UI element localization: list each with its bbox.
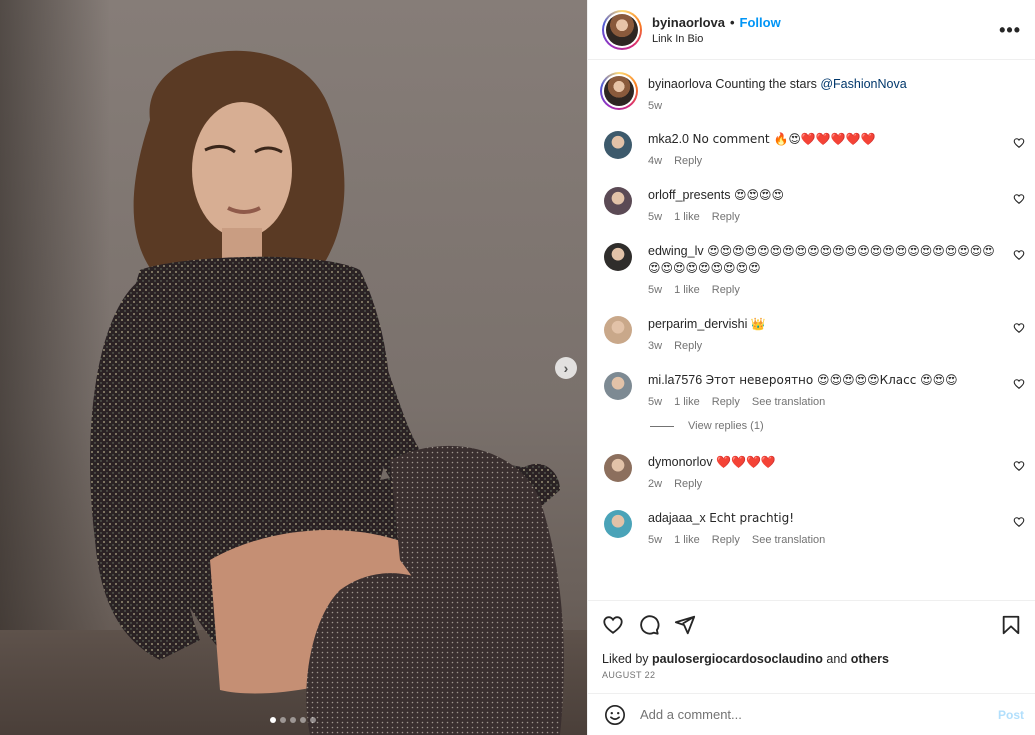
post-side-panel: byinaorlova • Follow Link In Bio ••• byi… — [587, 0, 1035, 735]
commenter-avatar[interactable] — [604, 454, 632, 482]
caption-avatar[interactable] — [600, 72, 638, 110]
carousel-dot — [310, 717, 316, 723]
add-comment-bar: Post — [588, 693, 1035, 735]
reply-button[interactable]: Reply — [712, 534, 740, 546]
reply-button[interactable]: Reply — [712, 284, 740, 296]
comment-age[interactable]: 5w — [648, 534, 662, 546]
comment-like-heart-icon[interactable] — [1013, 460, 1025, 472]
comment-bubble-icon[interactable] — [638, 614, 660, 636]
author-avatar[interactable] — [602, 9, 642, 50]
commenter-username[interactable]: orloff_presents — [648, 188, 730, 202]
carousel-dot — [290, 717, 296, 723]
commenter-username[interactable]: perparim_dervishi — [648, 317, 747, 331]
comment-text: 👑 — [750, 317, 766, 331]
comment-text: Echt prachtig! — [709, 511, 795, 525]
post-header: byinaorlova • Follow Link In Bio ••• — [588, 0, 1035, 60]
comment-age[interactable]: 2w — [648, 478, 662, 490]
reply-button[interactable]: Reply — [712, 396, 740, 408]
comment-likes[interactable]: 1 like — [674, 211, 700, 223]
next-slide-button[interactable]: › — [555, 357, 577, 379]
comment-text: No comment 🔥😍❤️❤️❤️❤️❤️ — [692, 132, 876, 146]
caption-text: Counting the stars — [715, 77, 821, 91]
likes-prefix: Liked by — [602, 652, 653, 666]
liked-by-user[interactable]: paulosergiocardosoclaudino — [652, 652, 823, 666]
reply-button[interactable]: Reply — [674, 340, 702, 352]
carousel-dot — [280, 717, 286, 723]
comment-row: edwing_lv 😍😍😍😍😍😍😍😍😍😍😍😍😍😍😍😍😍😍😍😍😍😍😍😍😍😍😍😍😍😍… — [588, 243, 1035, 296]
like-heart-icon[interactable] — [602, 614, 624, 636]
caption-mention[interactable]: @FashionNova — [820, 77, 906, 91]
comment-like-heart-icon[interactable] — [1013, 249, 1025, 261]
bookmark-save-icon[interactable] — [1000, 614, 1022, 636]
comments-list[interactable]: byinaorlova Counting the stars @FashionN… — [588, 60, 1035, 600]
comment-like-heart-icon[interactable] — [1013, 322, 1025, 334]
reply-button[interactable]: Reply — [712, 211, 740, 223]
more-options-icon[interactable]: ••• — [999, 21, 1021, 39]
commenter-avatar[interactable] — [604, 243, 632, 271]
comment-age[interactable]: 3w — [648, 340, 662, 352]
comment-likes[interactable]: 1 like — [674, 396, 700, 408]
see-translation-button[interactable]: See translation — [752, 534, 825, 546]
commenter-avatar[interactable] — [604, 372, 632, 400]
comment-row: adajaaa_x Echt prachtig! 5w 1 like Reply See… — [588, 510, 1035, 546]
likes-summary: Liked by paulosergiocardosoclaudino and … — [602, 652, 1022, 666]
separator-dot: • — [729, 14, 735, 30]
comment-input[interactable] — [640, 707, 998, 722]
comment-row: perparim_dervishi 👑 3w Reply — [588, 316, 1035, 352]
commenter-username[interactable]: dymonorlov — [648, 455, 713, 469]
comment-age[interactable]: 5w — [648, 396, 662, 408]
comment-age[interactable]: 5w — [648, 284, 662, 296]
carousel-indicator — [270, 717, 316, 723]
commenter-username[interactable]: mka2.0 — [648, 132, 689, 146]
liked-by-others[interactable]: others — [851, 652, 889, 666]
post-comment-button[interactable]: Post — [998, 708, 1024, 722]
comment-age[interactable]: 5w — [648, 211, 662, 223]
post-media[interactable]: › — [0, 0, 587, 735]
likes-middle: and — [822, 652, 851, 666]
carousel-dot — [270, 717, 276, 723]
author-username[interactable]: byinaorlova — [652, 15, 725, 30]
commenter-avatar[interactable] — [604, 510, 632, 538]
comment-row: orloff_presents 😍😍😍😍 5w 1 like Reply — [588, 187, 1035, 223]
comment-row: dymonorlov ❤️❤️❤️❤️ 2w Reply — [588, 454, 1035, 490]
share-send-icon[interactable] — [674, 614, 696, 636]
reply-button[interactable]: Reply — [674, 155, 702, 167]
carousel-dot — [300, 717, 306, 723]
action-bar: Liked by paulosergiocardosoclaudino and … — [588, 600, 1035, 680]
commenter-username[interactable]: adajaaa_x — [648, 511, 706, 525]
view-replies-label: View replies (1) — [688, 420, 764, 432]
comment-text: Этот невероятно 😍😍😍😍😍Класс 😍😍😍 — [705, 373, 958, 387]
comment-row: mka2.0 No comment 🔥😍❤️❤️❤️❤️❤️ 4w Reply — [588, 131, 1035, 167]
comment-like-heart-icon[interactable] — [1013, 137, 1025, 149]
author-subtitle[interactable]: Link In Bio — [652, 33, 999, 45]
post-date[interactable]: AUGUST 22 — [602, 670, 1022, 680]
commenter-avatar[interactable] — [604, 316, 632, 344]
see-translation-button[interactable]: See translation — [752, 396, 825, 408]
photo-figure — [90, 50, 564, 735]
comment-like-heart-icon[interactable] — [1013, 378, 1025, 390]
comment-row: mi.la7576 Этот невероятно 😍😍😍😍😍Класс 😍😍😍… — [588, 372, 1035, 408]
commenter-username[interactable]: edwing_lv — [648, 244, 704, 258]
comment-likes[interactable]: 1 like — [674, 284, 700, 296]
comment-like-heart-icon[interactable] — [1013, 193, 1025, 205]
commenter-username[interactable]: mi.la7576 — [648, 373, 702, 387]
comment-text: ❤️❤️❤️❤️ — [716, 455, 776, 469]
emoji-smiley-icon[interactable] — [604, 704, 626, 726]
reply-button[interactable]: Reply — [674, 478, 702, 490]
caption-username[interactable]: byinaorlova — [648, 77, 712, 91]
comment-age[interactable]: 4w — [648, 155, 662, 167]
post-dialog: › byinaorlova • Follow Link In Bio ••• b… — [0, 0, 1035, 735]
caption-age[interactable]: 5w — [648, 100, 662, 112]
comment-text: 😍😍😍😍 — [733, 188, 784, 202]
commenter-avatar[interactable] — [604, 187, 632, 215]
comment-likes[interactable]: 1 like — [674, 534, 700, 546]
comment-thread: mka2.0 No comment 🔥😍❤️❤️❤️❤️❤️ 4w Reply orl… — [588, 131, 1035, 546]
commenter-avatar[interactable] — [604, 131, 632, 159]
comment-like-heart-icon[interactable] — [1013, 516, 1025, 528]
follow-button[interactable]: Follow — [740, 15, 781, 30]
view-replies-button[interactable]: View replies (1) — [650, 420, 1035, 432]
post-caption: byinaorlova Counting the stars @FashionN… — [588, 72, 1035, 112]
replies-divider — [650, 425, 674, 427]
